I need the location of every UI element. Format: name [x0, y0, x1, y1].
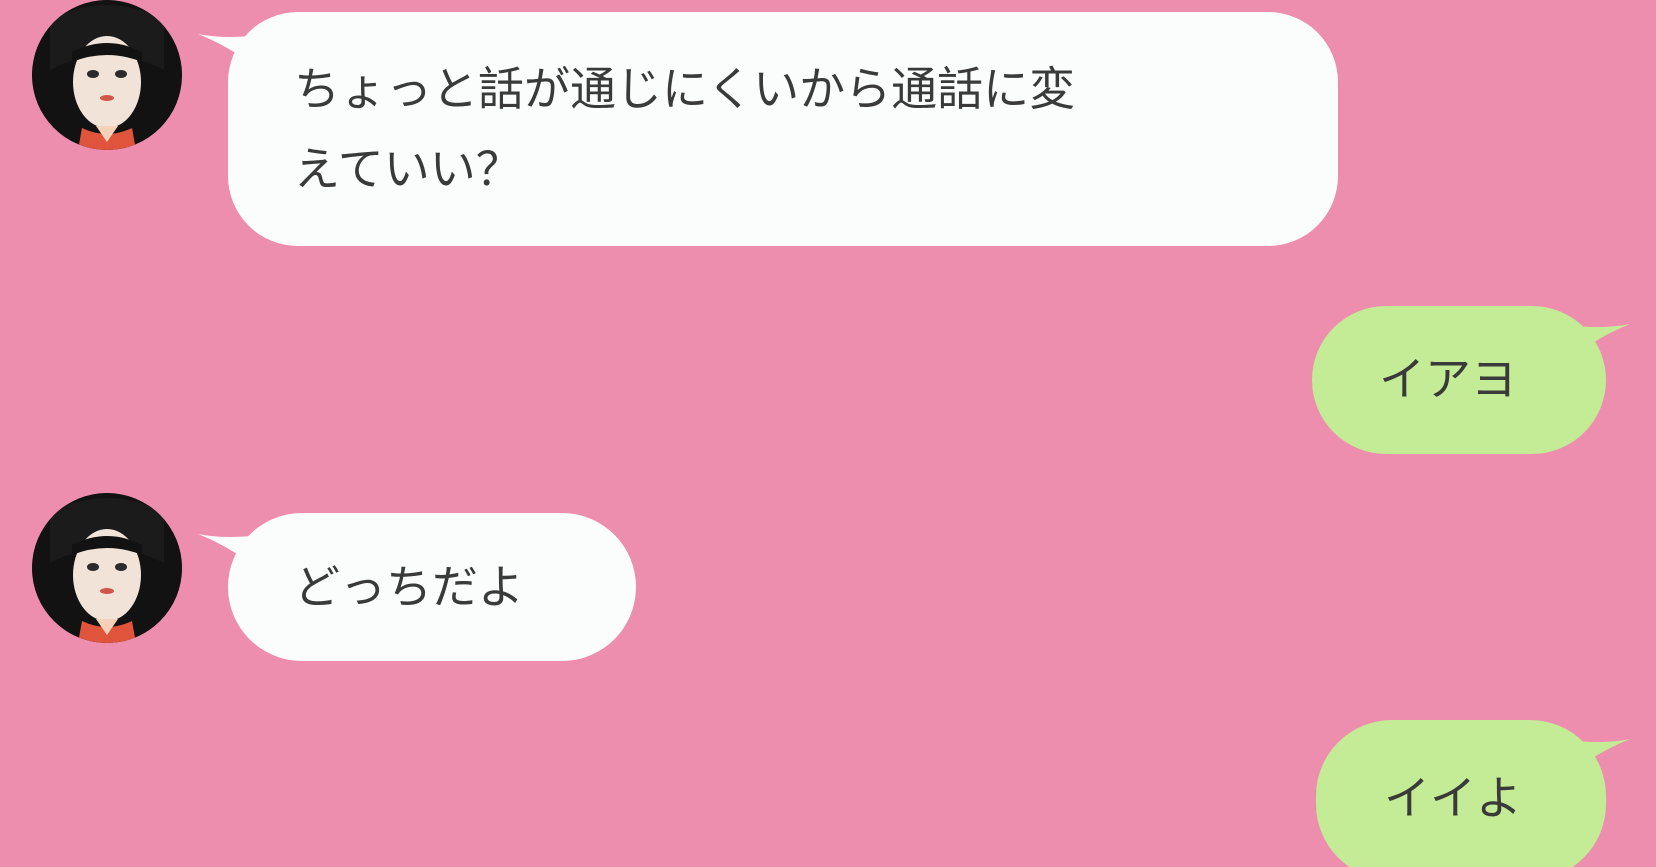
message-bubble-incoming[interactable]: ちょっと話が通じにくいから通話に変 えていい？ [228, 12, 1338, 246]
message-bubble-outgoing[interactable]: イアヨ [1312, 306, 1606, 454]
message-text: イイよ [1384, 771, 1522, 825]
message-text: どっちだよ [294, 560, 524, 614]
doll-avatar-icon[interactable] [32, 0, 182, 150]
chat-thread: ちょっと話が通じにくいから通話に変 えていい？ イアヨ どっちだよ イイよ [0, 0, 1656, 867]
message-text: ちょっと話が通じにくいから通話に変 えていい？ [294, 62, 1076, 196]
message-bubble-incoming[interactable]: どっちだよ [228, 513, 636, 661]
message-bubble-outgoing[interactable]: イイよ [1316, 720, 1606, 867]
message-text: イアヨ [1379, 352, 1517, 406]
doll-avatar-icon[interactable] [32, 493, 182, 643]
